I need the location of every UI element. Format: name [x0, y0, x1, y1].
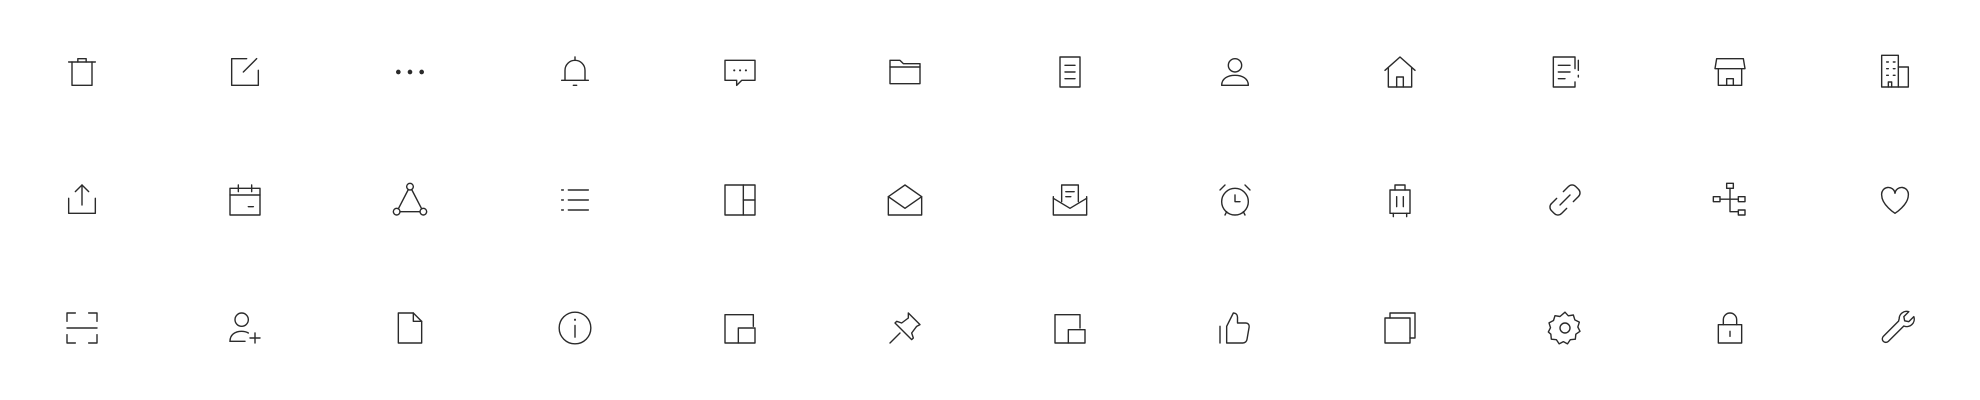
- calendar-icon[interactable]: [225, 180, 265, 220]
- comment-icon[interactable]: [720, 52, 760, 92]
- link-icon[interactable]: [1545, 180, 1585, 220]
- building-icon[interactable]: [1875, 52, 1915, 92]
- report-icon[interactable]: [1545, 52, 1585, 92]
- shop-icon[interactable]: [1710, 52, 1750, 92]
- add-user-icon[interactable]: [225, 308, 265, 348]
- minimize-window-icon[interactable]: [1050, 308, 1090, 348]
- picture-in-picture-icon[interactable]: [720, 308, 760, 348]
- edit-icon[interactable]: [225, 52, 265, 92]
- mail-message-icon[interactable]: [1050, 180, 1090, 220]
- list-icon[interactable]: [555, 180, 595, 220]
- copy-icon[interactable]: [1380, 308, 1420, 348]
- heart-icon[interactable]: [1875, 180, 1915, 220]
- folder-icon[interactable]: [885, 52, 925, 92]
- alarm-clock-icon[interactable]: [1215, 180, 1255, 220]
- delete-icon[interactable]: [62, 52, 102, 92]
- mail-open-icon[interactable]: [885, 180, 925, 220]
- bell-icon[interactable]: [555, 52, 595, 92]
- info-icon[interactable]: [555, 308, 595, 348]
- settings-icon[interactable]: [1545, 308, 1585, 348]
- layout-icon[interactable]: [720, 180, 760, 220]
- luggage-icon[interactable]: [1380, 180, 1420, 220]
- pin-icon[interactable]: [885, 308, 925, 348]
- user-icon[interactable]: [1215, 52, 1255, 92]
- lock-icon[interactable]: [1710, 308, 1750, 348]
- network-icon[interactable]: [390, 180, 430, 220]
- scan-icon[interactable]: [62, 308, 102, 348]
- wrench-icon[interactable]: [1875, 308, 1915, 348]
- more-icon[interactable]: [390, 52, 430, 92]
- file-icon[interactable]: [390, 308, 430, 348]
- org-chart-icon[interactable]: [1710, 180, 1750, 220]
- icon-grid: [0, 0, 1980, 400]
- thumbs-up-icon[interactable]: [1215, 308, 1255, 348]
- document-icon[interactable]: [1050, 52, 1090, 92]
- home-icon[interactable]: [1380, 52, 1420, 92]
- share-icon[interactable]: [62, 180, 102, 220]
